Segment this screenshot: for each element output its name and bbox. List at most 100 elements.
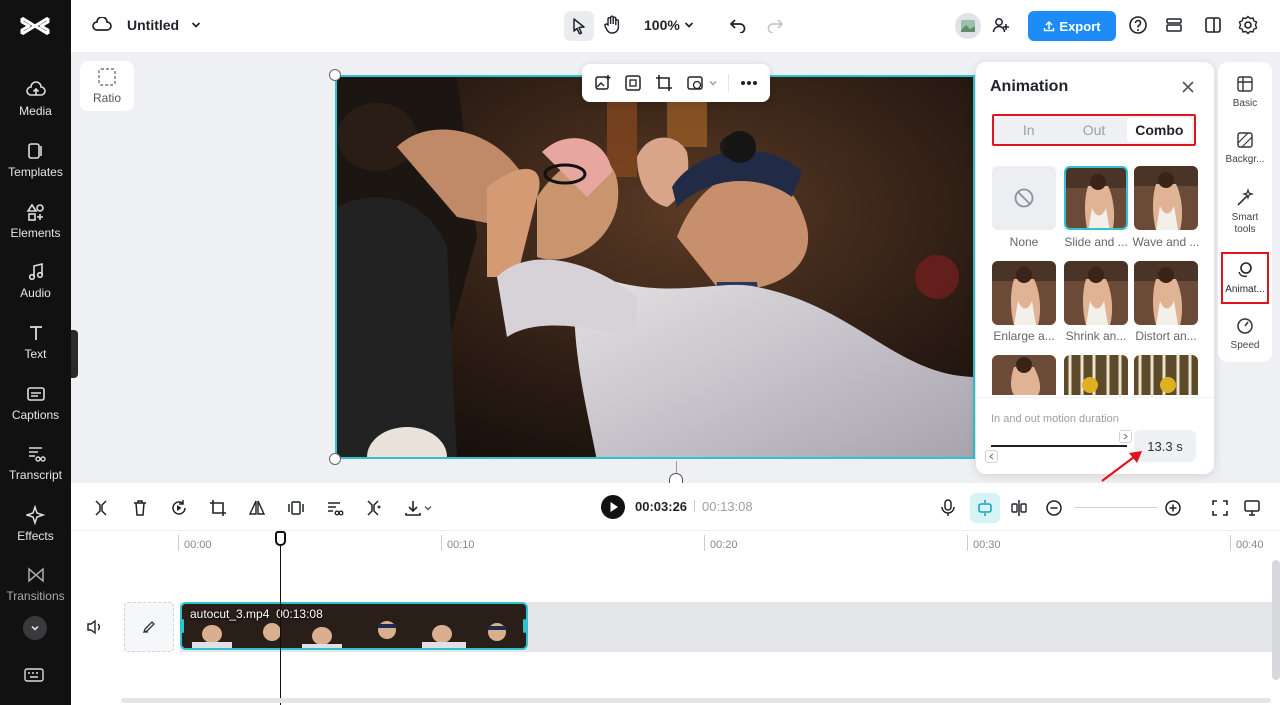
- vertical-scrollbar[interactable]: [1272, 560, 1280, 680]
- sidebar-item-transcript[interactable]: Transcript: [0, 444, 71, 500]
- sidebar-more-button[interactable]: [23, 616, 47, 640]
- cloud-upload-icon: [25, 81, 46, 96]
- sidebar-item-audio[interactable]: Audio: [0, 262, 71, 318]
- playhead-handle[interactable]: [275, 531, 286, 546]
- chevron-down-icon[interactable]: [185, 14, 207, 36]
- property-background[interactable]: Backgr...: [1218, 130, 1272, 166]
- delete-icon[interactable]: [129, 497, 151, 519]
- preset-thumbnail: [1064, 261, 1128, 325]
- auto-cut-icon[interactable]: [363, 497, 385, 519]
- add-user-icon[interactable]: [990, 14, 1012, 36]
- preset-enlarge-and[interactable]: [992, 261, 1056, 325]
- property-speed[interactable]: Speed: [1218, 316, 1272, 352]
- sidebar-item-transitions[interactable]: Transitions: [0, 565, 71, 621]
- property-smart-tools[interactable]: Smart tools: [1218, 188, 1272, 236]
- export-button[interactable]: Export: [1028, 11, 1116, 41]
- split-icon[interactable]: [90, 497, 112, 519]
- chevron-down-icon[interactable]: [706, 72, 720, 94]
- zoom-slider-track[interactable]: [1074, 507, 1158, 508]
- layers-icon[interactable]: [1163, 14, 1185, 36]
- sidebar-item-elements[interactable]: Elements: [0, 202, 71, 258]
- replace-image-icon[interactable]: [592, 72, 614, 94]
- close-icon[interactable]: [1177, 76, 1199, 98]
- settings-gear-icon[interactable]: [1237, 14, 1259, 36]
- preset-label: Shrink an...: [1065, 329, 1127, 343]
- sidebar-collapse-handle[interactable]: [71, 330, 78, 378]
- crop-icon[interactable]: [653, 72, 675, 94]
- capcut-logo-icon[interactable]: [19, 12, 51, 40]
- fit-timeline-icon[interactable]: [1209, 497, 1231, 519]
- redo-icon[interactable]: [764, 14, 786, 36]
- zoom-out-icon[interactable]: [1043, 497, 1065, 519]
- keyboard-icon[interactable]: [24, 667, 44, 683]
- chevron-down-icon[interactable]: [421, 497, 435, 519]
- project-title[interactable]: Untitled: [127, 17, 179, 33]
- scroll-left-button[interactable]: [985, 450, 998, 463]
- floating-toolbar: [582, 64, 770, 102]
- help-icon[interactable]: [1127, 14, 1149, 36]
- chevron-down-icon[interactable]: [678, 14, 700, 36]
- zoom-in-icon[interactable]: [1162, 497, 1184, 519]
- play-button[interactable]: [601, 495, 625, 519]
- preset-thumbnail: [1134, 261, 1198, 325]
- microphone-icon[interactable]: [937, 497, 959, 519]
- sidebar-item-effects[interactable]: Effects: [0, 505, 71, 561]
- avatar[interactable]: [955, 13, 981, 39]
- playhead[interactable]: [280, 532, 281, 705]
- property-label: Basic: [1232, 98, 1258, 109]
- tab-combo[interactable]: Combo: [1126, 118, 1192, 142]
- speaker-icon[interactable]: [84, 616, 106, 638]
- magnet-snap-button[interactable]: [970, 493, 1000, 523]
- property-basic[interactable]: Basic: [1218, 74, 1272, 110]
- ruler-tick: [441, 535, 442, 551]
- reverse-play-icon[interactable]: [168, 497, 190, 519]
- sidebar-item-media[interactable]: Media: [0, 80, 71, 136]
- more-options-icon[interactable]: [738, 72, 760, 94]
- edit-cover-button[interactable]: [124, 602, 174, 652]
- preset-distort-and[interactable]: [1134, 261, 1198, 325]
- preset-slide-and[interactable]: [1064, 166, 1128, 230]
- preset-thumbnail-row3-1[interactable]: [992, 355, 1056, 395]
- chevron-right-icon: [1123, 433, 1128, 440]
- resize-handle-top-left[interactable]: [329, 69, 341, 81]
- sidebar-item-captions[interactable]: Captions: [0, 384, 71, 440]
- tab-in[interactable]: In: [996, 118, 1061, 142]
- hand-tool-icon[interactable]: [601, 14, 623, 36]
- property-animation[interactable]: Animat...: [1221, 252, 1269, 304]
- preset-wave-and[interactable]: [1134, 166, 1198, 230]
- preview-monitor-icon[interactable]: [1241, 497, 1263, 519]
- cloud-icon[interactable]: [91, 14, 113, 36]
- ratio-button[interactable]: Ratio: [80, 61, 134, 111]
- video-clip[interactable]: autocut_3.mp4 00:13:08: [180, 602, 528, 650]
- duration-slider-thumb[interactable]: [1119, 430, 1132, 443]
- sidebar-item-label: Transcript: [9, 468, 62, 482]
- split-preview-icon[interactable]: [1008, 497, 1030, 519]
- ruler-label: 00:20: [710, 539, 738, 551]
- preset-shrink-and[interactable]: [1064, 261, 1128, 325]
- timeline-scrollbar[interactable]: [121, 698, 1271, 703]
- preset-thumbnail-row3-3[interactable]: [1134, 355, 1198, 395]
- panel-layout-icon[interactable]: [1202, 14, 1224, 36]
- sidebar-item-templates[interactable]: Templates: [0, 141, 71, 197]
- zoom-level[interactable]: 100%: [644, 17, 680, 33]
- preset-thumbnail-row3-2[interactable]: [1064, 355, 1128, 395]
- video-preview[interactable]: [335, 75, 975, 459]
- select-tool-button[interactable]: [564, 11, 594, 41]
- duration-slider-track[interactable]: [991, 445, 1127, 447]
- crop-icon[interactable]: [207, 497, 229, 519]
- freeze-frame-icon[interactable]: [285, 497, 307, 519]
- mask-icon[interactable]: [684, 72, 706, 94]
- undo-icon[interactable]: [727, 14, 749, 36]
- audio-transcript-icon[interactable]: [324, 497, 346, 519]
- captions-icon: [26, 387, 45, 401]
- rotate-icon[interactable]: [669, 473, 683, 483]
- toolbar-divider: [728, 74, 729, 92]
- sidebar-item-text[interactable]: Text: [0, 323, 71, 379]
- clip-trim-handle-right[interactable]: [523, 619, 526, 633]
- flip-icon[interactable]: [246, 497, 268, 519]
- preset-none[interactable]: [992, 166, 1056, 230]
- clip-trim-handle-left[interactable]: [181, 619, 184, 633]
- fit-frame-icon[interactable]: [622, 72, 644, 94]
- tab-out[interactable]: Out: [1061, 118, 1126, 142]
- resize-handle-bottom-left[interactable]: [329, 453, 341, 465]
